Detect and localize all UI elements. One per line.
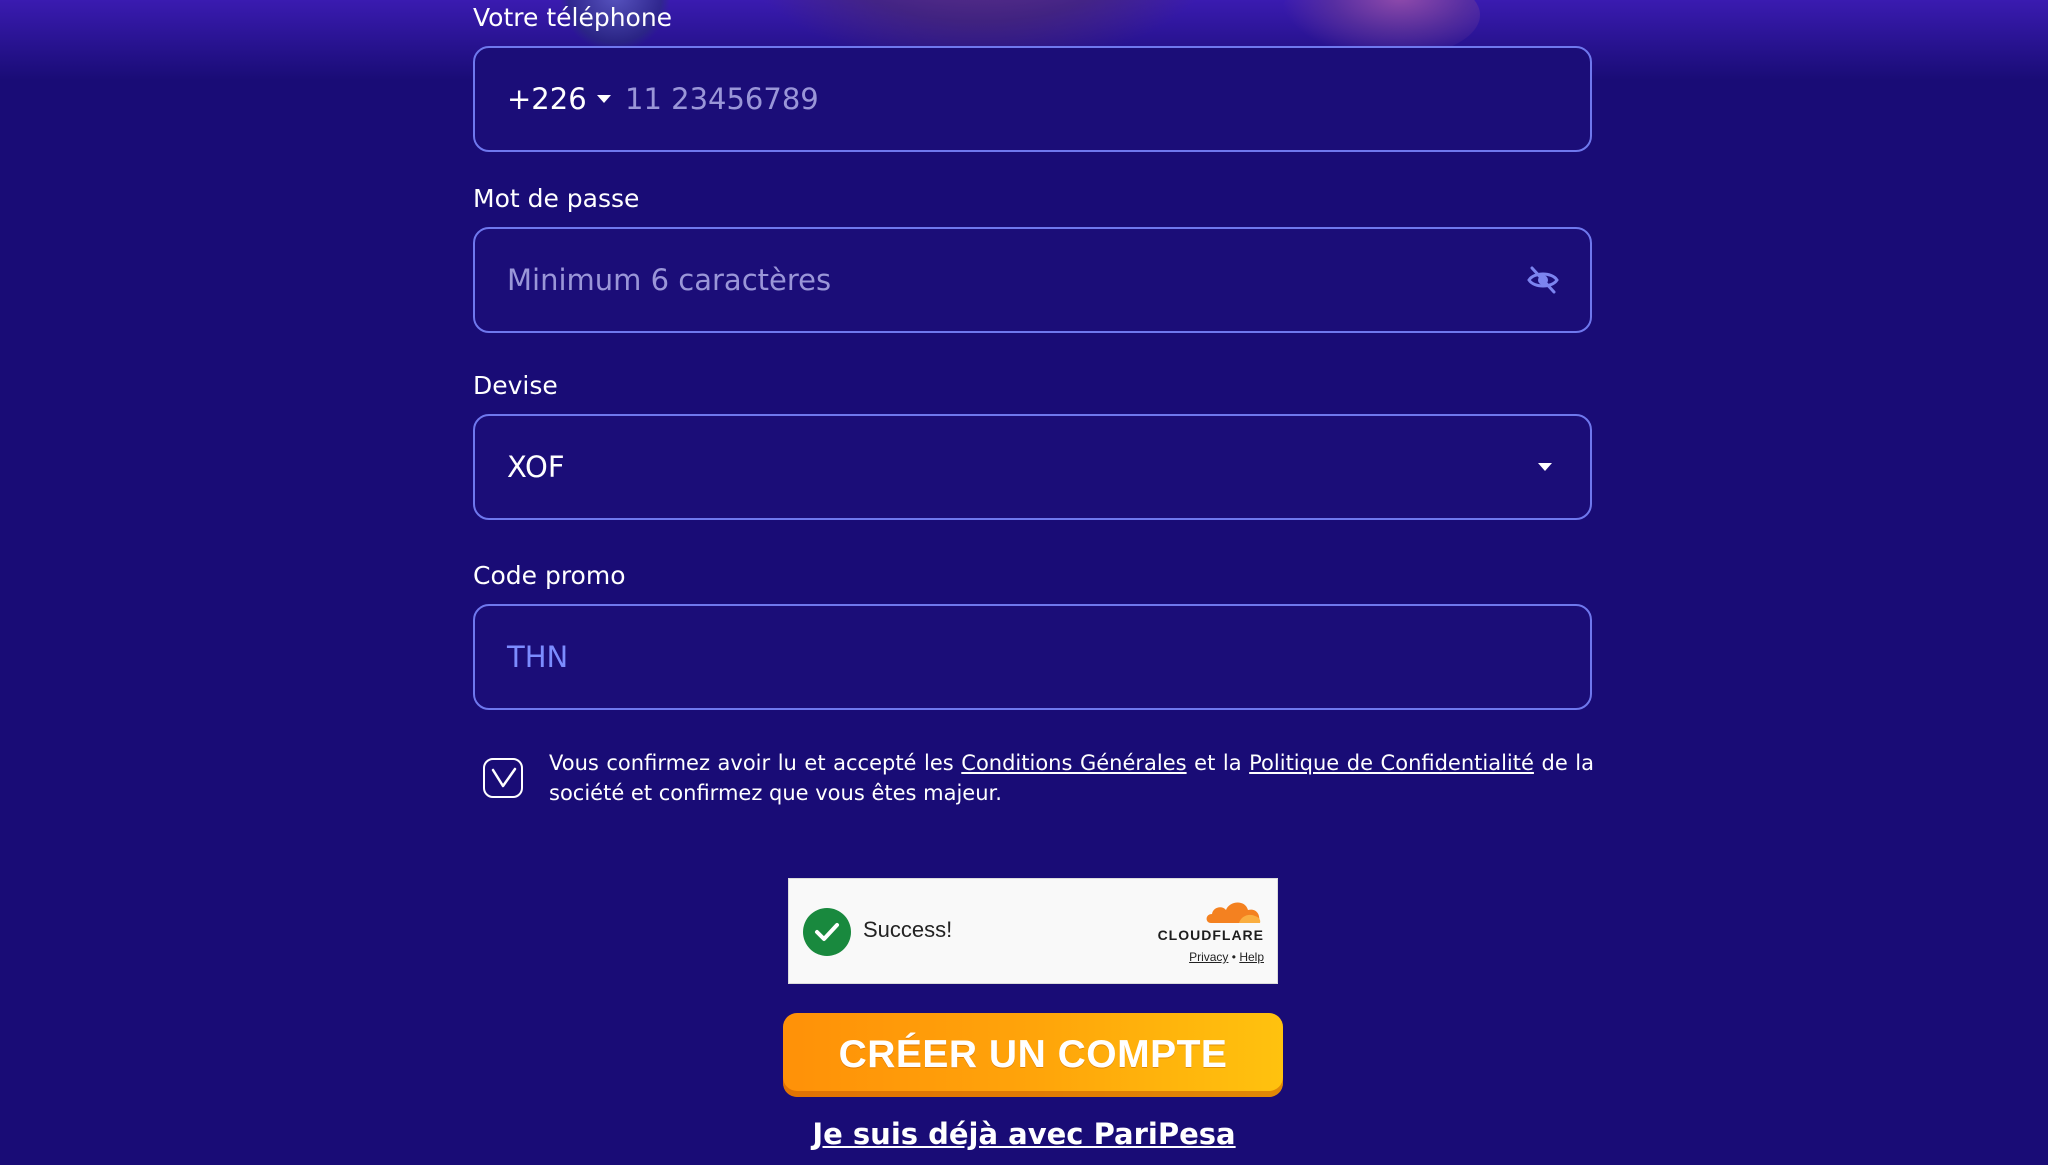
create-account-button[interactable]: CRÉER UN COMPTE bbox=[783, 1013, 1283, 1097]
success-check-icon bbox=[803, 908, 851, 956]
password-label: Mot de passe bbox=[473, 184, 640, 213]
terms-checkbox[interactable] bbox=[483, 758, 523, 798]
eye-off-icon[interactable] bbox=[1526, 263, 1560, 297]
phone-field[interactable]: +226 11 23456789 bbox=[473, 46, 1592, 152]
phone-label: Votre téléphone bbox=[473, 3, 673, 32]
check-icon bbox=[491, 767, 517, 788]
chevron-down-icon bbox=[1538, 463, 1552, 471]
captcha-privacy-link[interactable]: Privacy bbox=[1189, 950, 1228, 964]
password-input[interactable]: Minimum 6 caractères bbox=[507, 263, 831, 297]
captcha-link-separator: • bbox=[1231, 950, 1236, 964]
password-field[interactable]: Minimum 6 caractères bbox=[473, 227, 1592, 333]
login-link[interactable]: Je suis déjà avec PariPesa bbox=[0, 1117, 2048, 1151]
promo-label: Code promo bbox=[473, 561, 626, 590]
currency-label: Devise bbox=[473, 371, 558, 400]
currency-select[interactable]: XOF bbox=[473, 414, 1592, 520]
terms-text-before: Vous confirmez avoir lu et accepté les bbox=[549, 751, 962, 775]
chevron-down-icon bbox=[596, 95, 611, 103]
terms-text-middle: et la bbox=[1186, 751, 1250, 775]
conditions-link[interactable]: Conditions Générales bbox=[961, 751, 1186, 775]
captcha-status: Success! bbox=[863, 917, 953, 942]
terms-text: Vous confirmez avoir lu et accepté les C… bbox=[549, 748, 1594, 808]
currency-value: XOF bbox=[507, 450, 565, 484]
country-code-select[interactable]: +226 bbox=[507, 82, 611, 116]
promo-input[interactable]: THN bbox=[507, 640, 568, 674]
cloudflare-captcha[interactable]: Success! CLOUDFLARE Privacy • Help bbox=[788, 878, 1278, 984]
cloudflare-brand: CLOUDFLARE bbox=[1157, 927, 1264, 943]
captcha-help-link[interactable]: Help bbox=[1239, 950, 1264, 964]
promo-field[interactable]: THN bbox=[473, 604, 1592, 710]
cloudflare-logo-icon bbox=[1206, 902, 1261, 923]
privacy-policy-link[interactable]: Politique de Confidentialité bbox=[1249, 751, 1534, 775]
country-code-value: +226 bbox=[507, 82, 587, 116]
phone-input[interactable]: 11 23456789 bbox=[625, 82, 819, 116]
captcha-links: Privacy • Help bbox=[1189, 950, 1264, 964]
